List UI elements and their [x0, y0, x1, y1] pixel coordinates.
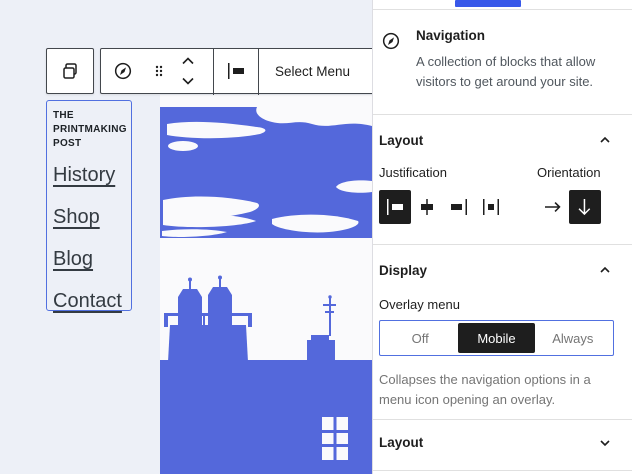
drag-handle[interactable] — [145, 49, 173, 93]
chevron-up-icon — [596, 131, 614, 149]
display-panel-title: Display — [379, 263, 427, 278]
overlay-option-always[interactable]: Always — [535, 323, 611, 353]
navigation-block-button[interactable] — [101, 49, 145, 93]
navigation-block-icon — [111, 59, 135, 83]
select-menu-dropdown[interactable]: Select Menu — [259, 49, 372, 93]
block-card: Navigation A collection of blocks that a… — [373, 10, 632, 114]
arrow-down-icon — [573, 195, 597, 219]
justify-left-icon — [383, 195, 407, 219]
select-parent-block-button[interactable] — [48, 49, 92, 93]
overlay-option-mobile[interactable]: Mobile — [458, 323, 534, 353]
overlay-option-off[interactable]: Off — [382, 323, 458, 353]
block-card-title: Navigation — [416, 28, 616, 43]
layout-collapsed-panel-toggle[interactable]: Layout — [379, 434, 614, 452]
lighthouse-illustration-graphic — [160, 95, 372, 474]
justification-control: Justification — [379, 165, 507, 224]
chevron-down-icon — [596, 434, 614, 452]
justify-left-icon — [224, 59, 248, 83]
block-card-description: A collection of blocks that allow visito… — [416, 52, 616, 92]
orientation-horizontal-button[interactable] — [537, 190, 569, 224]
toolbar-parent-group — [46, 48, 94, 94]
settings-sidebar: Navigation A collection of blocks that a… — [372, 0, 632, 474]
justify-right-button[interactable] — [443, 190, 475, 224]
justify-space-between-icon — [479, 195, 503, 219]
display-panel-toggle[interactable]: Display — [379, 261, 614, 279]
chevron-down-icon — [179, 75, 197, 87]
navigation-block-selected[interactable]: The Printmaking Post History Shop Blog C… — [46, 100, 132, 311]
site-title: The Printmaking Post — [53, 109, 125, 151]
move-down-button[interactable] — [174, 71, 202, 91]
block-mover — [173, 49, 203, 93]
move-up-button[interactable] — [174, 51, 202, 71]
nav-link-contact[interactable]: Contact — [53, 290, 125, 312]
layout-controls: Justification — [379, 165, 614, 224]
justify-center-icon — [415, 195, 439, 219]
layout-collapsed-panel: Layout — [373, 419, 632, 471]
layout-panel-toggle[interactable]: Layout — [379, 131, 614, 149]
navigation-block-icon — [379, 29, 403, 53]
orientation-options — [537, 190, 601, 224]
overlay-menu-label: Overlay menu — [379, 297, 614, 312]
editor-canvas: The Printmaking Post History Shop Blog C… — [0, 0, 372, 474]
layout-panel-title: Layout — [379, 133, 423, 148]
overlay-menu-segmented-control: Off Mobile Always — [379, 320, 614, 356]
justification-label: Justification — [379, 165, 507, 180]
drag-handle-icon — [147, 59, 171, 83]
nav-link-blog[interactable]: Blog — [53, 248, 125, 270]
sidebar-tab-bar — [373, 0, 632, 10]
justification-options — [379, 190, 507, 224]
overlay-menu-help-text: Collapses the navigation options in a me… — [379, 370, 614, 410]
chevron-up-icon — [596, 261, 614, 279]
arrow-right-icon — [541, 195, 565, 219]
parent-block-icon — [58, 59, 82, 83]
justify-space-between-button[interactable] — [475, 190, 507, 224]
nav-link-history[interactable]: History — [53, 164, 125, 186]
site-illustration — [160, 95, 372, 474]
layout-collapsed-panel-title: Layout — [379, 435, 423, 450]
orientation-control: Orientation — [537, 165, 601, 224]
justify-left-button[interactable] — [379, 190, 411, 224]
toolbar-main-group: Select Menu — [100, 48, 372, 94]
display-panel: Display Overlay menu Off Mobile Always C… — [373, 244, 632, 418]
orientation-label: Orientation — [537, 165, 601, 180]
justify-right-icon — [447, 195, 471, 219]
nav-link-shop[interactable]: Shop — [53, 206, 125, 228]
justify-center-button[interactable] — [411, 190, 443, 224]
orientation-vertical-button[interactable] — [569, 190, 601, 224]
justification-toolbar-button[interactable] — [214, 49, 258, 93]
layout-panel: Layout Justification — [373, 114, 632, 244]
chevron-up-icon — [179, 55, 197, 67]
block-toolbar: Select Menu — [46, 48, 372, 94]
active-tab-indicator — [455, 0, 521, 7]
